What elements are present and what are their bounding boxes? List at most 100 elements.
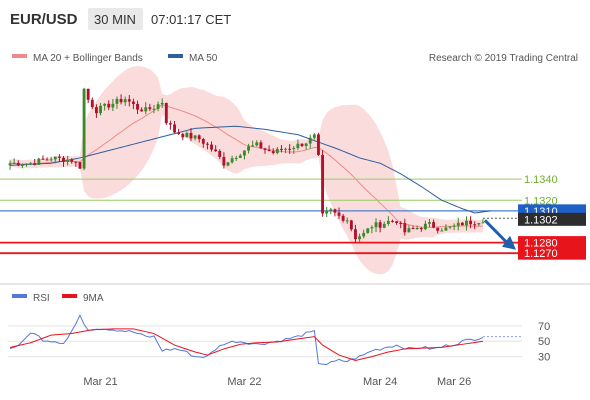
candle-body — [148, 107, 152, 110]
candle-body — [222, 156, 226, 166]
candle-body — [296, 143, 300, 148]
candle-body — [391, 220, 394, 222]
candle-body — [20, 164, 24, 166]
candle-body — [181, 134, 185, 138]
candle-body — [66, 159, 70, 162]
x-tick-label: Mar 21 — [83, 376, 117, 388]
candle-body — [131, 101, 135, 104]
candle-body — [440, 230, 444, 232]
candle-body — [57, 156, 61, 158]
candle-body — [333, 209, 337, 213]
candle-body — [362, 232, 366, 237]
candle-body — [349, 220, 353, 230]
candle-body — [321, 154, 325, 214]
candle-body — [243, 150, 246, 156]
candle-body — [107, 103, 111, 108]
candle-body — [345, 220, 349, 222]
rsi-plot: 70 50 30 — [8, 314, 550, 366]
candle-body — [156, 104, 160, 109]
candle-body — [177, 132, 181, 135]
candle-body — [358, 236, 362, 240]
candle-body — [378, 222, 382, 228]
candle-body — [193, 135, 197, 139]
candle-body — [308, 137, 312, 144]
candle-body — [234, 157, 238, 159]
candle-body — [284, 148, 287, 150]
candle-body — [82, 88, 86, 169]
candle-body — [119, 98, 123, 103]
legend-label-ma50: MA 50 — [189, 53, 218, 64]
candle-body — [403, 223, 407, 233]
candle-body — [329, 209, 333, 212]
candle-body — [197, 135, 201, 140]
candle-body — [214, 149, 218, 152]
chart-stage: EUR/USD 30 MIN 07:01:17 CET MA 20 + Boll… — [0, 0, 590, 400]
candle-body — [312, 134, 316, 138]
rsi-line — [9, 314, 484, 366]
x-tick-label: Mar 24 — [363, 376, 397, 388]
candle-body — [399, 222, 403, 224]
candle-body — [275, 148, 279, 154]
candle-body — [99, 105, 102, 114]
candle-body — [144, 107, 148, 112]
legend-label-bollinger: MA 20 + Bollinger Bands — [33, 53, 143, 64]
price-plot: 1.13401.13201.13101.13021.12801.1270 — [0, 66, 586, 275]
candle-body — [304, 143, 308, 146]
candle-body — [415, 227, 419, 229]
candle-body — [74, 161, 78, 163]
candle-body — [341, 215, 345, 221]
candle-body — [90, 99, 94, 108]
candle-body — [49, 159, 53, 161]
candle-body — [247, 146, 250, 151]
rsi-tick-label: 30 — [538, 352, 550, 364]
x-tick-label: Mar 26 — [437, 376, 471, 388]
candle-body — [292, 147, 296, 149]
rsi-tick-label: 50 — [538, 336, 550, 348]
candle-body — [473, 224, 477, 226]
candle-body — [33, 163, 37, 165]
chart-svg: EUR/USD 30 MIN 07:01:17 CET MA 20 + Boll… — [0, 8, 590, 388]
credit-label: Research © 2019 Trading Central — [429, 53, 578, 64]
candle-body — [452, 225, 456, 227]
candle-body — [140, 109, 144, 112]
candle-body — [25, 163, 28, 165]
candle-body — [419, 227, 423, 230]
candle-body — [469, 220, 473, 225]
candle-body — [41, 158, 45, 160]
candle-body — [238, 155, 242, 158]
candle-body — [444, 227, 448, 231]
candle-body — [136, 103, 139, 110]
candle-body — [103, 103, 107, 106]
candle-body — [465, 220, 468, 226]
rsi-tick-label: 70 — [538, 321, 550, 333]
candle-body — [263, 148, 267, 150]
legend-swatch-rsi — [12, 294, 27, 298]
candle-body — [370, 227, 374, 229]
candle-body — [456, 222, 460, 226]
candle-body — [45, 159, 49, 161]
candle-body — [271, 151, 275, 154]
candle-body — [423, 223, 427, 230]
candle-body — [411, 228, 415, 230]
candle-body — [267, 149, 271, 152]
candle-body — [168, 123, 172, 125]
candle-body — [127, 99, 131, 102]
candle-body — [354, 229, 357, 240]
candle-body — [53, 156, 57, 160]
rsi-9ma-line — [9, 328, 484, 361]
legend-swatch-ma50 — [168, 54, 183, 58]
candle-body — [230, 158, 234, 163]
candle-body — [481, 222, 485, 224]
candle-body — [189, 133, 193, 139]
time-label: 07:01:17 CET — [151, 12, 231, 27]
candle-body — [436, 227, 440, 231]
candle-body — [280, 148, 283, 150]
candle-body — [205, 143, 209, 145]
candle-body — [395, 221, 399, 223]
candle-body — [16, 162, 20, 166]
candle-body — [185, 133, 189, 138]
candle-body — [382, 223, 386, 228]
legend-label-9ma: 9MA — [83, 293, 104, 304]
candle-body — [325, 211, 329, 214]
candle-body — [255, 142, 259, 146]
